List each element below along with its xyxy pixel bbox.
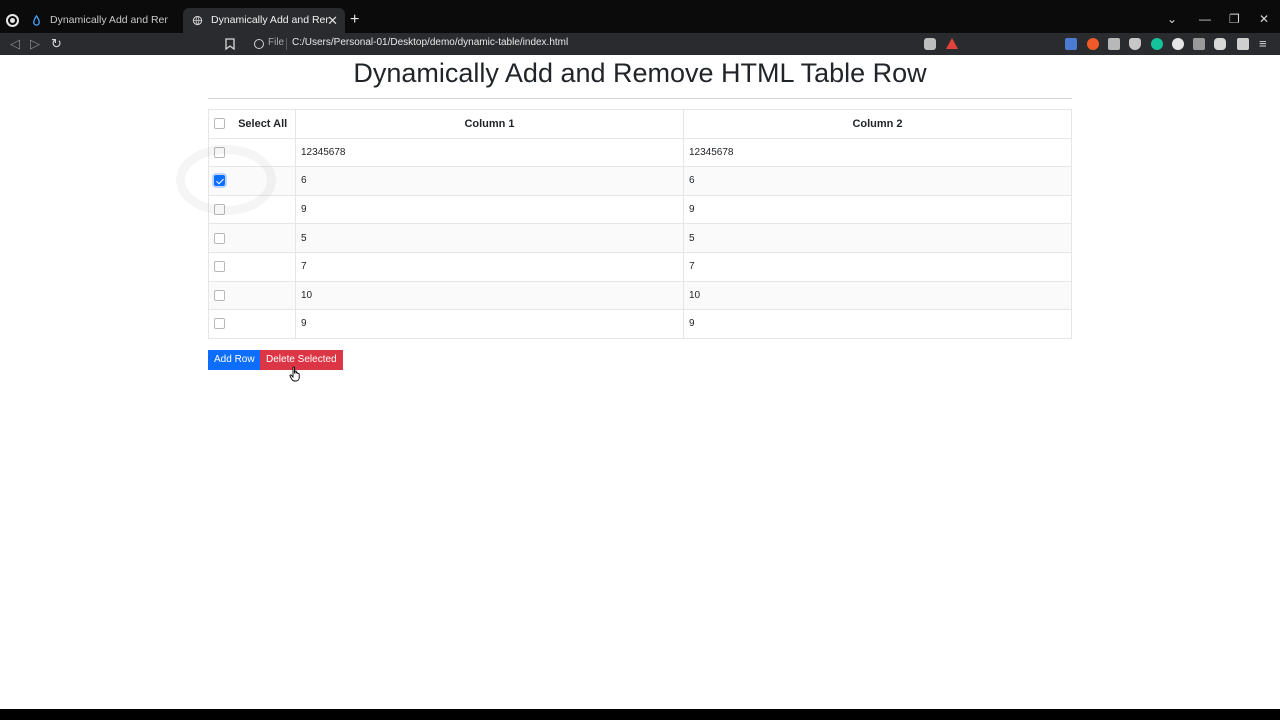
cell-column-2: 7 [683,251,1072,282]
scheme-label: File [268,37,285,48]
cell-column-2: 9 [683,194,1072,225]
forward-icon[interactable]: ▷ [30,36,40,52]
close-window-icon[interactable]: ✕ [1259,12,1269,26]
screen-extension-icon[interactable] [1193,38,1205,50]
bookmark-icon[interactable] [225,38,235,50]
page-title: Dynamically Add and Remove HTML Table Ro… [353,58,927,88]
privacy-extension-icon[interactable] [1129,38,1141,50]
column-1-header: Column 1 [295,109,684,139]
globe-favicon-icon [192,15,203,26]
add-row-button[interactable]: Add Row [208,350,261,370]
rewards-icon[interactable] [946,38,958,49]
tab-active[interactable]: Dynamically Add and Remove Tab ✕ [183,8,345,33]
minimize-icon[interactable]: — [1199,12,1211,26]
cell-column-1: 9 [295,194,684,225]
title-divider [208,98,1072,99]
table-row: 9 9 [208,194,1072,225]
browser-toolbar: ◁ ▷ ↻ File C:/Users/Personal-01/Desktop/… [0,33,1280,55]
row-checkbox[interactable] [214,318,225,330]
tab-inactive[interactable]: Dynamically Add and Remove HTML Ta [22,8,182,33]
cell-column-2: 10 [683,280,1072,311]
delete-selected-button[interactable]: Delete Selected [260,350,343,370]
column-2-header: Column 2 [683,109,1072,139]
tab-title: Dynamically Add and Remove HTML Ta [50,14,168,26]
table-row: 12345678 12345678 [208,137,1072,168]
data-table: Select All Column 1 Column 2 12345678 12… [208,109,1072,339]
row-checkbox[interactable] [214,232,225,244]
cell-column-2: 12345678 [683,137,1072,168]
shield-icon[interactable] [924,38,936,50]
new-tab-icon[interactable]: + [350,12,359,28]
grammarly-extension-icon[interactable] [1151,38,1163,50]
table-row: 7 7 [208,251,1072,282]
address-separator [286,38,287,50]
cell-column-1: 9 [295,309,684,339]
table-row: 6 6 [208,166,1072,196]
browser-tab-bar: Dynamically Add and Remove HTML Ta Dynam… [0,0,1280,33]
tab-title: Dynamically Add and Remove Tab [211,14,329,26]
circle-extension-icon[interactable] [1172,38,1184,50]
camera-extension-icon[interactable] [1108,38,1120,50]
swift-extension-icon[interactable] [1087,38,1099,50]
url-text[interactable]: C:/Users/Personal-01/Desktop/demo/dynami… [292,37,568,48]
hand-cursor-icon [289,366,300,382]
menu-icon[interactable]: ≡ [1259,36,1267,52]
cell-column-2: 6 [683,166,1072,196]
table-row: 10 10 [208,280,1072,311]
page-viewport: Dynamically Add and Remove HTML Table Ro… [0,55,1280,709]
cell-column-2: 9 [683,309,1072,339]
translate-extension-icon[interactable] [1065,38,1077,50]
cell-column-1: 6 [295,166,684,196]
bottom-letterbox [0,709,1280,720]
drop-favicon-icon [33,15,40,26]
select-all-checkbox[interactable] [214,118,225,130]
cell-column-1: 12345678 [295,137,684,168]
reload-icon[interactable]: ↻ [51,36,62,52]
row-checkbox[interactable] [214,261,225,273]
address-bar[interactable]: File C:/Users/Personal-01/Desktop/demo/d… [246,34,918,54]
puzzle-extensions-icon[interactable] [1214,38,1226,50]
back-icon[interactable]: ◁ [10,36,20,52]
select-all-header: Select All [208,109,296,139]
tab-search-chevron-icon[interactable]: ⌄ [1167,12,1177,26]
close-tab-icon[interactable]: ✕ [327,8,338,33]
site-info-icon[interactable] [254,39,264,49]
click-ripple-effect [176,145,276,215]
cell-column-2: 5 [683,223,1072,253]
browser-logo-icon [6,14,19,27]
table-row: 5 5 [208,223,1072,253]
restore-icon[interactable]: ❐ [1229,12,1240,26]
table-row: 9 9 [208,309,1072,339]
cell-column-1: 7 [295,251,684,282]
wallet-icon[interactable] [1237,38,1249,50]
cell-column-1: 10 [295,280,684,311]
cell-column-1: 5 [295,223,684,253]
table-header-row: Select All Column 1 Column 2 [208,109,1072,139]
row-checkbox[interactable] [214,289,225,301]
select-all-label: Select All [238,117,288,130]
